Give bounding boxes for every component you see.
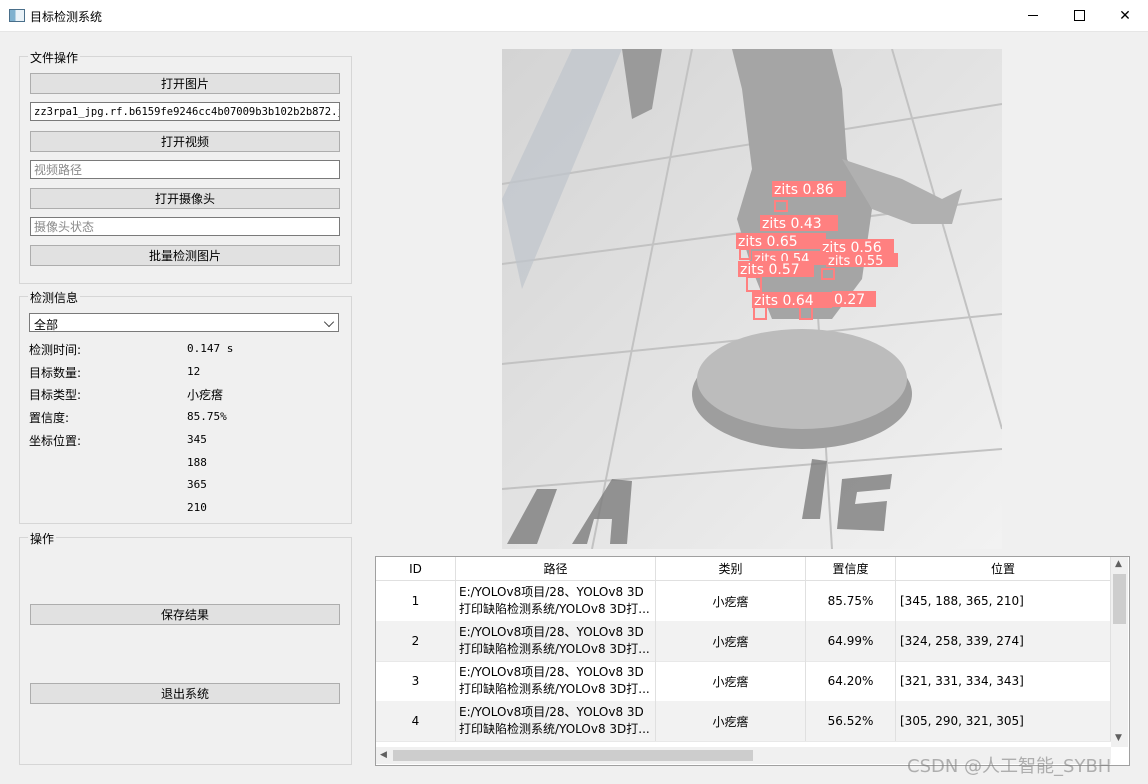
cell-confidence: 56.52% xyxy=(806,701,896,741)
det-label-3: zits 0.65 xyxy=(738,234,798,250)
vertical-scrollbar[interactable]: ▲ ▼ xyxy=(1111,557,1128,747)
detection-image-canvas: zits 0.86 zits 0.43 zits 0.65 zits 0.56 … xyxy=(502,49,1002,549)
cell-id: 3 xyxy=(376,661,456,701)
cell-path: E:/YOLOv8项目/28、YOLOv8 3D 打印缺陷检测系统/YOLOv8… xyxy=(456,661,656,701)
table-row[interactable]: 3 E:/YOLOv8项目/28、YOLOv8 3D 打印缺陷检测系统/YOLO… xyxy=(376,661,1111,702)
coord-ymin: 188 xyxy=(187,456,207,469)
header-class[interactable]: 类别 xyxy=(656,557,806,580)
maximize-button[interactable] xyxy=(1056,0,1102,31)
table-row[interactable]: 4 E:/YOLOv8项目/28、YOLOv8 3D 打印缺陷检测系统/YOLO… xyxy=(376,701,1111,742)
minimize-icon xyxy=(1028,15,1038,16)
window-title: 目标检测系统 xyxy=(30,10,103,24)
scroll-down-icon[interactable]: ▼ xyxy=(1115,733,1122,743)
detection-info-title: 检测信息 xyxy=(28,289,81,306)
cell-class: 小疙瘩 xyxy=(656,661,806,701)
close-icon: ✕ xyxy=(1119,7,1131,24)
cell-id: 2 xyxy=(376,621,456,661)
det-label-6: zits 0.55 xyxy=(828,254,883,269)
type-label: 目标类型: xyxy=(29,388,82,402)
count-value: 12 xyxy=(187,365,201,378)
open-video-button[interactable]: 打开视频 xyxy=(30,131,340,152)
cell-id: 4 xyxy=(376,701,456,741)
horizontal-scroll-thumb[interactable] xyxy=(393,750,753,761)
scroll-up-icon[interactable]: ▲ xyxy=(1115,559,1122,569)
cell-class: 小疙瘩 xyxy=(656,701,806,741)
header-position[interactable]: 位置 xyxy=(896,557,1111,580)
header-path[interactable]: 路径 xyxy=(456,557,656,580)
det-label-8: zits 0.64 xyxy=(754,293,814,309)
title-bar: 目标检测系统 ✕ xyxy=(0,0,1148,32)
cell-position: [305, 290, 321, 305] xyxy=(896,701,1111,741)
table-header: ID 路径 类别 置信度 位置 xyxy=(376,557,1111,581)
detection-image: zits 0.86 zits 0.43 zits 0.65 zits 0.56 … xyxy=(502,49,1002,549)
cell-class: 小疙瘩 xyxy=(656,621,806,661)
cell-position: [321, 331, 334, 343] xyxy=(896,661,1111,701)
confidence-value: 85.75% xyxy=(187,410,227,423)
cell-confidence: 64.20% xyxy=(806,661,896,701)
confidence-label: 置信度: xyxy=(29,411,70,425)
video-path-field[interactable]: 视频路径 xyxy=(30,160,340,179)
header-id[interactable]: ID xyxy=(376,557,456,580)
operations-title: 操作 xyxy=(28,530,57,547)
watermark: CSDN @人工智能_SYBH xyxy=(907,756,1112,777)
cell-position: [345, 188, 365, 210] xyxy=(896,581,1111,621)
coord-xmin: 345 xyxy=(187,433,207,446)
cell-path: E:/YOLOv8项目/28、YOLOv8 3D 打印缺陷检测系统/YOLOv8… xyxy=(456,581,656,621)
cell-path: E:/YOLOv8项目/28、YOLOv8 3D 打印缺陷检测系统/YOLOv8… xyxy=(456,701,656,741)
class-filter-value: 全部 xyxy=(34,318,59,332)
cell-id: 1 xyxy=(376,581,456,621)
class-filter-select[interactable]: 全部 xyxy=(29,313,339,332)
close-button[interactable]: ✕ xyxy=(1102,0,1148,31)
save-results-button[interactable]: 保存结果 xyxy=(30,604,340,625)
time-label: 检测时间: xyxy=(29,343,82,357)
chevron-down-icon xyxy=(323,316,335,328)
det-label-2: zits 0.43 xyxy=(762,216,822,232)
det-label-7: zits 0.57 xyxy=(740,262,800,278)
image-path-field[interactable]: zz3rpa1_jpg.rf.b6159fe9246cc4b07009b3b10… xyxy=(30,102,340,121)
maximize-icon xyxy=(1073,10,1085,21)
coord-label: 坐标位置: xyxy=(29,434,82,448)
file-operations-group: 文件操作 打开图片 zz3rpa1_jpg.rf.b6159fe9246cc4b… xyxy=(19,49,352,284)
open-image-button[interactable]: 打开图片 xyxy=(30,73,340,94)
operations-group: 操作 保存结果 退出系统 xyxy=(19,530,352,765)
open-camera-button[interactable]: 打开摄像头 xyxy=(30,188,340,209)
coord-xmax: 365 xyxy=(187,478,207,491)
coord-ymax: 210 xyxy=(187,501,207,514)
vertical-scroll-thumb[interactable] xyxy=(1113,574,1126,624)
camera-status-field[interactable]: 摄像头状态 xyxy=(30,217,340,236)
batch-detect-button[interactable]: 批量检测图片 xyxy=(30,245,340,266)
table-row[interactable]: 1 E:/YOLOv8项目/28、YOLOv8 3D 打印缺陷检测系统/YOLO… xyxy=(376,581,1111,622)
cell-confidence: 64.99% xyxy=(806,621,896,661)
cell-path: E:/YOLOv8项目/28、YOLOv8 3D 打印缺陷检测系统/YOLOv8… xyxy=(456,621,656,661)
time-value: 0.147 s xyxy=(187,342,234,355)
type-value: 小疙瘩 xyxy=(187,388,224,402)
app-icon xyxy=(9,9,25,22)
count-label: 目标数量: xyxy=(29,366,82,380)
cell-class: 小疙瘩 xyxy=(656,581,806,621)
table-row[interactable]: 2 E:/YOLOv8项目/28、YOLOv8 3D 打印缺陷检测系统/YOLO… xyxy=(376,621,1111,662)
minimize-button[interactable] xyxy=(1010,0,1056,31)
exit-system-button[interactable]: 退出系统 xyxy=(30,683,340,704)
file-operations-title: 文件操作 xyxy=(28,49,81,66)
header-confidence[interactable]: 置信度 xyxy=(806,557,896,580)
detection-info-group: 检测信息 全部 检测时间: 0.147 s 目标数量: 12 目标类型: 小疙瘩… xyxy=(19,289,352,524)
cell-confidence: 85.75% xyxy=(806,581,896,621)
scroll-left-icon[interactable]: ◀ xyxy=(380,750,387,760)
results-table: ID 路径 类别 置信度 位置 1 E:/YOLOv8项目/28、YOLOv8 … xyxy=(375,556,1130,766)
cell-position: [324, 258, 339, 274] xyxy=(896,621,1111,661)
det-label-1: zits 0.86 xyxy=(774,182,834,198)
det-label-9: 0.27 xyxy=(834,292,865,308)
